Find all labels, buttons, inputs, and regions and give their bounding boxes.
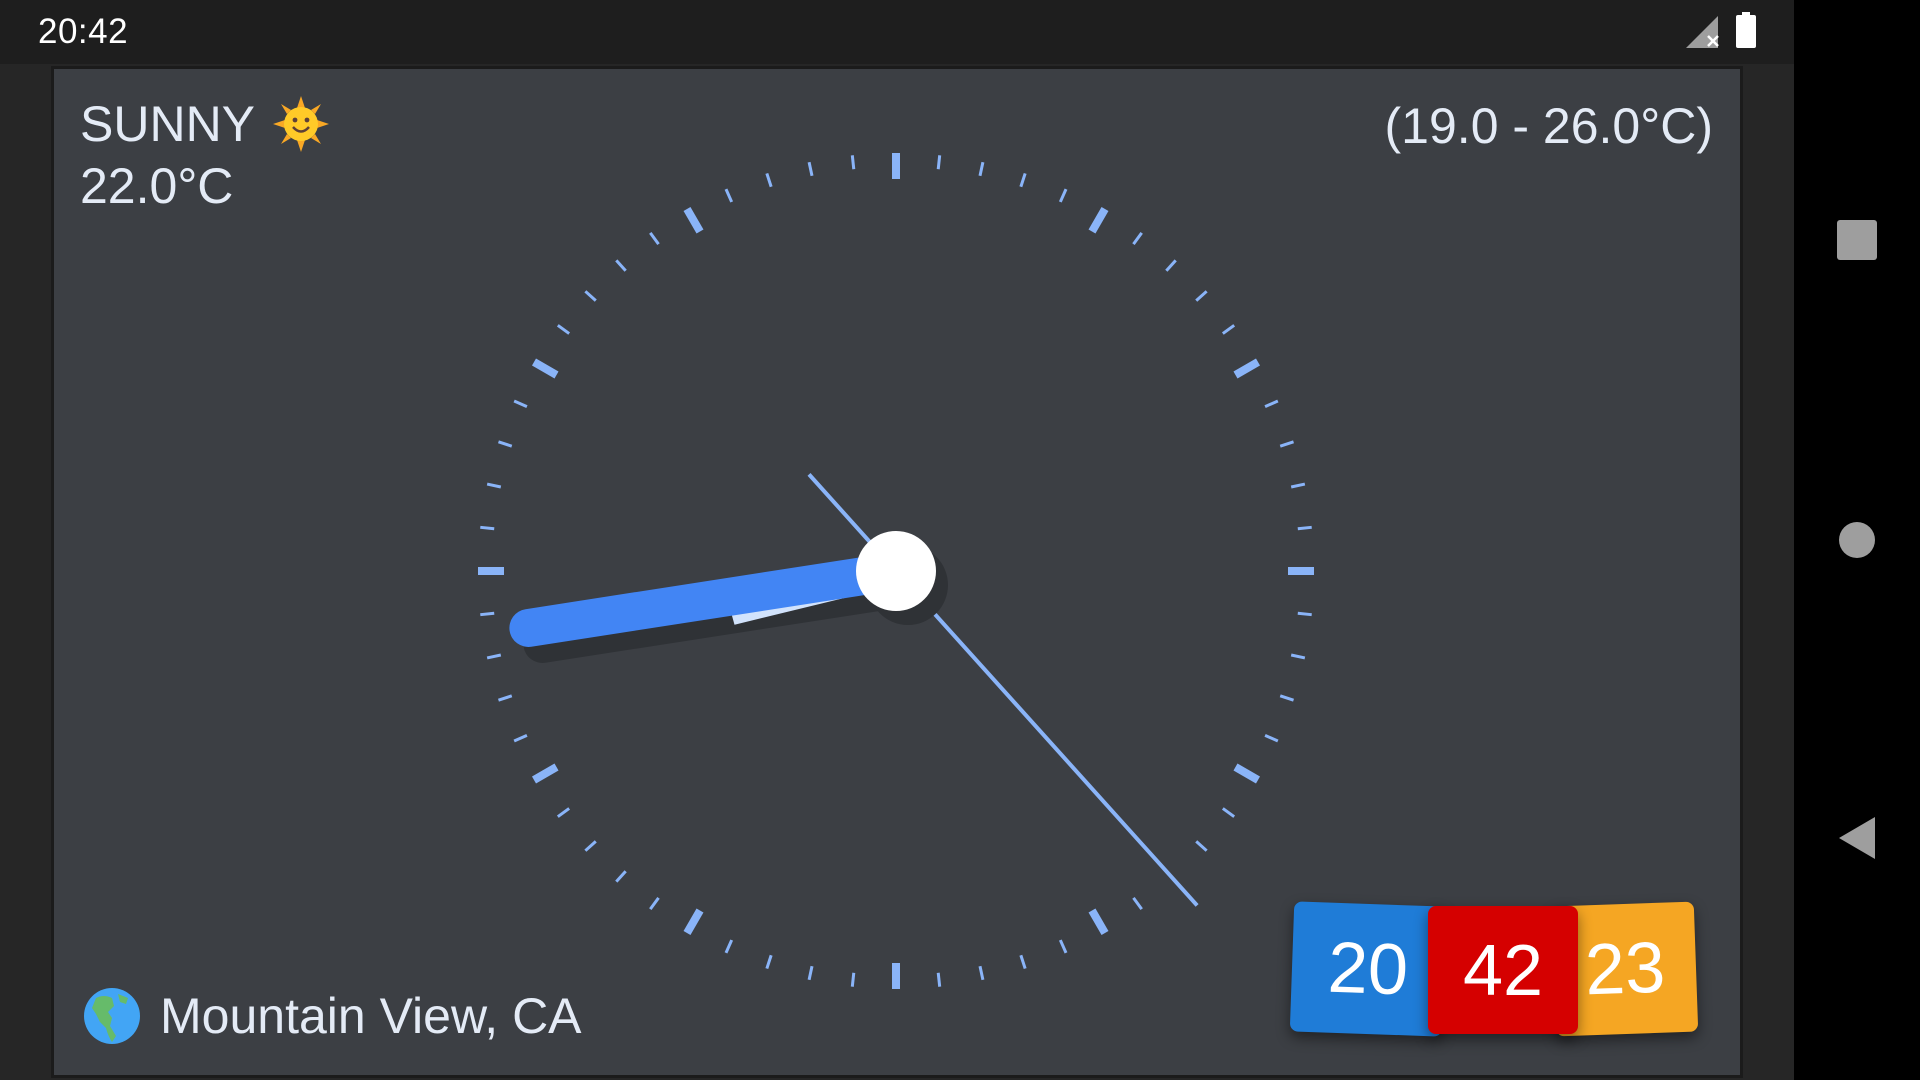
minute-tick [936, 972, 942, 987]
digital-minutes: 42 [1428, 906, 1578, 1034]
navigation-bar [1794, 0, 1920, 1080]
weather-condition-row: SUNNY [80, 94, 331, 154]
minute-tick [480, 611, 495, 617]
recents-button[interactable] [1794, 190, 1920, 290]
location-name: Mountain View, CA [160, 988, 582, 1044]
square-recents-icon [1837, 220, 1877, 260]
minute-tick [850, 972, 856, 987]
home-button[interactable] [1794, 490, 1920, 590]
signal-no-data-icon [1686, 16, 1719, 48]
digital-hours: 20 [1289, 901, 1447, 1037]
sun-face-icon [273, 96, 330, 152]
status-time: 20:42 [38, 12, 129, 51]
current-temperature: 22.0°C [80, 158, 234, 214]
digital-time-tiles: 20 23 42 [1289, 901, 1712, 1042]
triangle-back-icon [1839, 817, 1875, 859]
back-button[interactable] [1794, 788, 1920, 888]
globe-americas-icon [84, 988, 140, 1044]
location-label: Mountain View, CA [82, 986, 582, 1046]
clock-center-hub [856, 531, 936, 611]
minute-tick [1297, 525, 1312, 531]
temperature-range: (19.0 - 26.0°C) [1384, 98, 1713, 154]
circle-home-icon [1839, 522, 1875, 558]
minute-tick [1297, 611, 1312, 617]
weather-condition: SUNNY [80, 96, 256, 152]
battery-full-icon [1736, 12, 1756, 48]
status-bar: 20:42 [0, 0, 1794, 64]
minute-tick [480, 525, 495, 531]
weather-summary: SUNNY 22.0°C [80, 94, 331, 216]
minute-tick [936, 155, 942, 170]
minute-tick [850, 155, 856, 170]
